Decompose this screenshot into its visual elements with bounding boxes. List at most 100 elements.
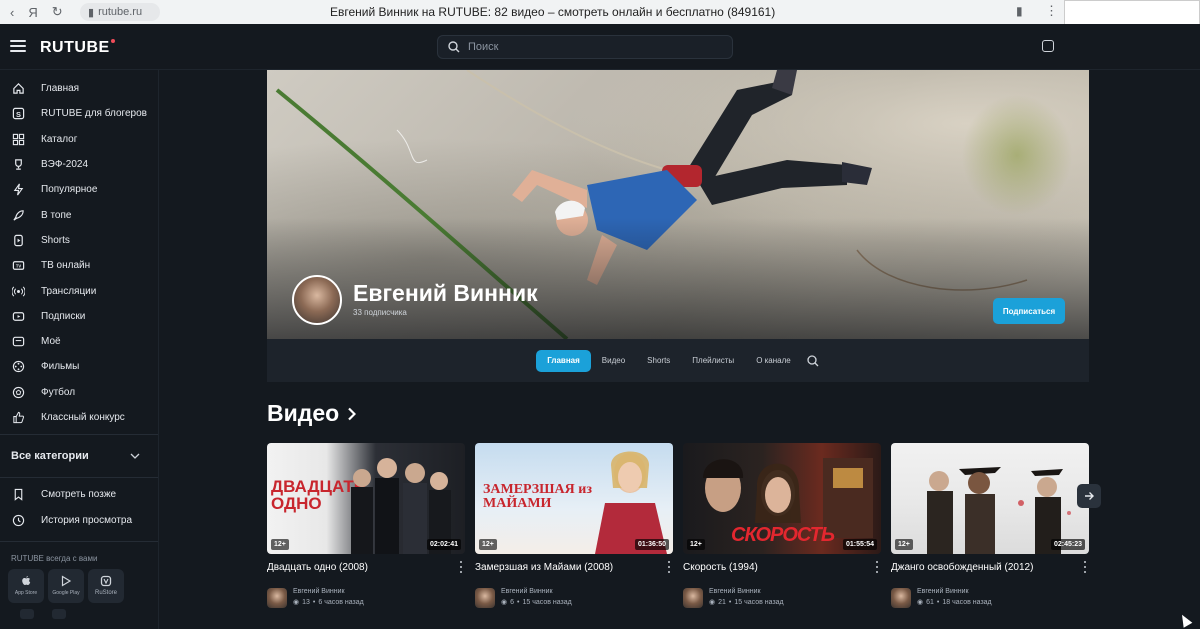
video-card[interactable]: СКОРОСТЬ 12+ 01:55:54 Скорость (1994) Ев… <box>683 443 881 608</box>
sidebar-item-bloggers[interactable]: S RUTUBE для блогеров <box>0 101 158 126</box>
sidebar-item-label: Shorts <box>41 234 70 246</box>
arrow-right-icon <box>1085 492 1094 500</box>
author-name[interactable]: Евгений Винник <box>293 588 364 595</box>
video-thumbnail[interactable]: 12+ 02:45:23 <box>891 443 1089 554</box>
back-icon[interactable]: ‹ <box>10 5 14 20</box>
age-rating: 12+ <box>895 539 913 550</box>
sidebar-item-mine[interactable]: Моё <box>0 329 158 354</box>
home-icon <box>11 82 25 96</box>
sidebar-item-home[interactable]: Главная <box>0 76 158 101</box>
author-avatar[interactable] <box>475 588 495 608</box>
football-icon <box>11 385 25 399</box>
film-icon <box>11 360 25 374</box>
video-thumbnail[interactable]: СКОРОСТЬ 12+ 01:55:54 <box>683 443 881 554</box>
more-options-icon[interactable] <box>665 560 673 574</box>
sidebar-nav: Главная S RUTUBE для блогеров Каталог ВЭФ… <box>0 70 158 430</box>
app-store-button[interactable]: App Store <box>8 568 44 603</box>
more-options-icon[interactable] <box>1081 560 1089 574</box>
yandex-icon[interactable]: Я <box>28 5 37 20</box>
app-header: RUTUBE <box>0 24 1200 70</box>
more-store-links <box>0 603 158 619</box>
reload-icon[interactable]: ↻ <box>52 4 63 20</box>
bookmark-icon[interactable]: ▮ <box>1016 4 1023 18</box>
sidebar-item-watch-later[interactable]: Смотреть позже <box>0 482 158 507</box>
sidebar-item-catalog[interactable]: Каталог <box>0 127 158 152</box>
channel-avatar[interactable] <box>292 275 342 325</box>
author-name[interactable]: Евгений Винник <box>917 588 992 595</box>
sidebar-item-subscriptions[interactable]: Подписки <box>0 304 158 329</box>
upload-icon[interactable] <box>1042 40 1054 52</box>
tab-videos[interactable]: Видео <box>591 350 636 372</box>
carousel-next-button[interactable] <box>1077 484 1101 508</box>
eye-icon: ◉ <box>917 599 924 606</box>
section-title-text: Видео <box>267 400 340 426</box>
sidebar-item-label: Моё <box>41 336 61 348</box>
lightning-icon <box>11 183 25 197</box>
tab-home[interactable]: Главная <box>536 349 591 372</box>
sidebar-item-films[interactable]: Фильмы <box>0 354 158 379</box>
sidebar-item-label: Смотреть позже <box>41 489 117 501</box>
upload-time: 6 часов назад <box>318 598 364 606</box>
video-thumbnail[interactable]: ЗАМЕРЗШАЯ из МАЙАМИ 12+ 01:36:50 <box>475 443 673 554</box>
search-icon <box>448 41 460 53</box>
dot-separator: • <box>728 598 732 606</box>
browser-toolbar: ‹ Я ↻ ▮ rutube.ru Евгений Винник на RUTU… <box>0 0 1200 24</box>
video-thumbnail[interactable]: ДВАДЦАТЬ ОДНО 12+ 02:02:41 <box>267 443 465 554</box>
tab-playlists[interactable]: Плейлисты <box>681 350 745 372</box>
eye-icon: ◉ <box>501 599 508 606</box>
search-box[interactable] <box>437 35 733 59</box>
all-categories-toggle[interactable]: Все категории <box>0 439 158 473</box>
sidebar-item-label: ТВ онлайн <box>41 260 91 272</box>
video-title[interactable]: Джанго освобожденный (2012) <box>891 560 1089 574</box>
sidebar-item-contest[interactable]: Классный конкурс <box>0 405 158 430</box>
author-avatar[interactable] <box>267 588 287 608</box>
url-text: rutube.ru <box>98 6 143 18</box>
video-card[interactable]: ЗАМЕРЗШАЯ из МАЙАМИ 12+ 01:36:50 Замерзш… <box>475 443 673 608</box>
more-menu-icon[interactable]: ⋮ <box>1045 3 1058 19</box>
sidebar-item-football[interactable]: Футбол <box>0 380 158 405</box>
subscriptions-icon <box>11 309 25 323</box>
meta-lines: Евгений Винник ◉ 21 • 15 часов назад <box>709 588 784 606</box>
video-title-text: Замерзшая из Майами (2008) <box>475 561 614 573</box>
video-card[interactable]: ДВАДЦАТЬ ОДНО 12+ 02:02:41 Двадцать одно… <box>267 443 465 608</box>
author-avatar[interactable] <box>683 588 703 608</box>
apple-icon <box>22 576 31 586</box>
sidebar: Главная S RUTUBE для блогеров Каталог ВЭФ… <box>0 70 159 629</box>
subscriber-count: 33 подписчика <box>353 308 407 317</box>
more-options-icon[interactable] <box>457 560 465 574</box>
sidebar-item-shorts[interactable]: Shorts <box>0 228 158 253</box>
sidebar-item-history[interactable]: История просмотра <box>0 507 158 532</box>
video-card[interactable]: 12+ 02:45:23 Джанго освобожденный (2012)… <box>891 443 1089 608</box>
video-title[interactable]: Двадцать одно (2008) <box>267 560 465 574</box>
address-bar[interactable]: ▮ rutube.ru <box>80 3 160 21</box>
sidebar-item-popular[interactable]: Популярное <box>0 177 158 202</box>
video-title[interactable]: Замерзшая из Майами (2008) <box>475 560 673 574</box>
page-tab-title: Евгений Винник на RUTUBE: 82 видео – смо… <box>330 5 776 19</box>
author-avatar[interactable] <box>891 588 911 608</box>
rutube-logo[interactable]: RUTUBE <box>40 39 115 57</box>
tab-about[interactable]: О канале <box>745 350 802 372</box>
sidebar-item-broadcasts[interactable]: Трансляции <box>0 278 158 303</box>
menu-icon[interactable] <box>10 40 26 52</box>
chevron-right-icon <box>348 407 357 420</box>
dot-separator: • <box>936 598 940 606</box>
google-play-button[interactable]: Google Play <box>48 568 84 603</box>
age-rating: 12+ <box>479 539 497 550</box>
search-input[interactable] <box>468 41 708 53</box>
sidebar-item-tv[interactable]: TV ТВ онлайн <box>0 253 158 278</box>
store-button[interactable] <box>52 608 66 619</box>
sidebar-item-vef[interactable]: ВЭФ-2024 <box>0 152 158 177</box>
author-name[interactable]: Евгений Винник <box>501 588 572 595</box>
rustore-button[interactable]: RuStore <box>88 568 124 603</box>
channel-search-icon[interactable] <box>806 354 820 368</box>
videos-section-title[interactable]: Видео <box>267 400 357 427</box>
author-name[interactable]: Евгений Винник <box>709 588 784 595</box>
video-title[interactable]: Скорость (1994) <box>683 560 881 574</box>
trophy-icon <box>11 158 25 172</box>
lock-icon: ▮ <box>88 6 95 19</box>
more-options-icon[interactable] <box>873 560 881 574</box>
tab-shorts[interactable]: Shorts <box>636 350 681 372</box>
sidebar-item-top[interactable]: В топе <box>0 202 158 227</box>
store-button[interactable] <box>20 608 34 619</box>
subscribe-button[interactable]: Подписаться <box>993 298 1065 324</box>
